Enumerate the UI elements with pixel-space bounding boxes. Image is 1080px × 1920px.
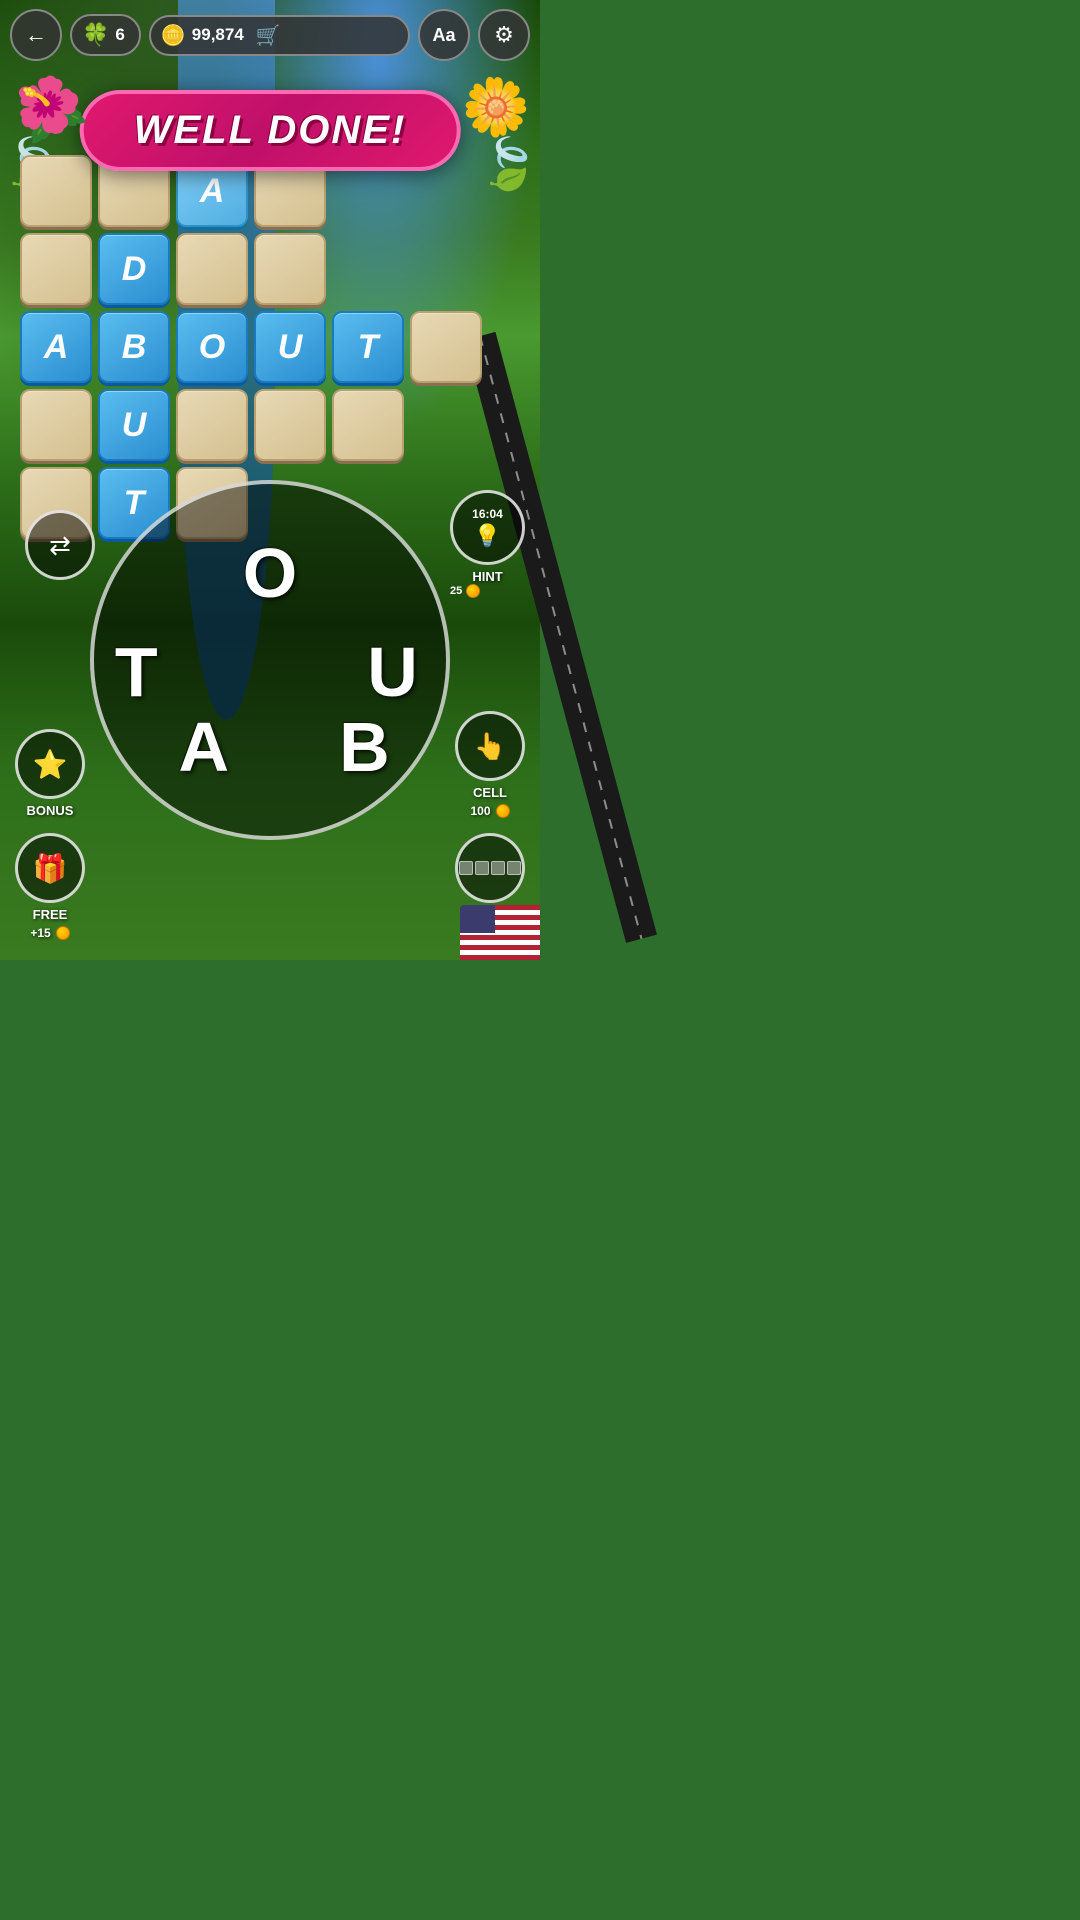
free-amount: +15 — [30, 926, 69, 940]
clover-badge: 🍀 6 — [70, 14, 141, 56]
free-coin-icon — [56, 926, 70, 940]
tile-r4c2[interactable]: U — [98, 389, 170, 461]
free-button[interactable]: 🎁 FREE +15 — [15, 833, 85, 940]
tile-letter: D — [122, 250, 147, 289]
font-icon: Aa — [432, 25, 455, 46]
tile-r2c1[interactable] — [20, 233, 92, 305]
settings-icon: ⚙ — [494, 22, 514, 48]
tile-r2c4[interactable] — [254, 233, 326, 305]
free-gift-icon: 🎁 — [33, 852, 68, 885]
shuffle-icon: ⇄ — [49, 530, 71, 561]
coin-badge: 🪙 99,874 🛒 — [149, 15, 410, 56]
tile-r1c1[interactable] — [20, 155, 92, 227]
letter-wheel[interactable]: O T U A B — [90, 480, 450, 840]
settings-button[interactable]: ⚙ — [478, 9, 530, 61]
tile-r2c3[interactable] — [176, 233, 248, 305]
bonus-circle: ⭐ — [15, 729, 85, 799]
hint-coin-icon — [466, 584, 480, 598]
tile-r3c2[interactable]: B — [98, 311, 170, 383]
wheel-letter-T[interactable]: T — [115, 632, 158, 712]
free-label: FREE — [33, 907, 68, 922]
mini-tile-4 — [507, 861, 521, 875]
letter-circle: O T U A B — [90, 480, 450, 840]
tile-r3c6[interactable] — [410, 311, 482, 383]
font-button[interactable]: Aa — [418, 9, 470, 61]
bonus-label: BONUS — [27, 803, 74, 818]
word-tiles-icon — [459, 861, 521, 875]
tile-letter: B — [122, 328, 147, 367]
grid-row-4: U — [20, 389, 520, 461]
well-done-text: WELL DONE! — [134, 108, 407, 152]
hint-label: HINT — [450, 569, 525, 584]
tile-r4c5[interactable] — [332, 389, 404, 461]
shuffle-button[interactable]: ⇄ — [25, 510, 95, 580]
cell-label: CELL — [473, 785, 507, 800]
tile-letter: A — [44, 328, 69, 367]
cell-hand-icon: 👆 — [474, 731, 506, 762]
tile-letter: A — [200, 172, 225, 211]
tile-r3c5[interactable]: T — [332, 311, 404, 383]
cell-circle: 👆 — [455, 711, 525, 781]
wheel-letter-O[interactable]: O — [243, 533, 297, 613]
tile-r3c3[interactable]: O — [176, 311, 248, 383]
word-circle — [455, 833, 525, 903]
tile-letter: T — [358, 328, 379, 367]
tile-r4c4[interactable] — [254, 389, 326, 461]
cell-cost: 100 — [470, 804, 509, 818]
tile-r4c3[interactable] — [176, 389, 248, 461]
mini-tile-2 — [475, 861, 489, 875]
tile-r3c1[interactable]: A — [20, 311, 92, 383]
wheel-letter-U[interactable]: U — [367, 632, 418, 712]
tile-r4c1[interactable] — [20, 389, 92, 461]
tile-letter: U — [122, 406, 147, 445]
cell-button[interactable]: 👆 CELL 100 — [455, 711, 525, 818]
top-right-buttons: Aa ⚙ — [418, 9, 530, 61]
bottom-left-buttons: ⭐ BONUS 🎁 FREE +15 — [15, 729, 85, 940]
free-circle: 🎁 — [15, 833, 85, 903]
wheel-letter-B[interactable]: B — [339, 707, 390, 787]
back-arrow-icon: ← — [25, 22, 47, 48]
wheel-letter-A[interactable]: A — [178, 707, 229, 787]
grid-row-3: A B O U T — [20, 311, 520, 383]
tile-r2c2[interactable]: D — [98, 233, 170, 305]
hint-cost: 25 — [450, 584, 525, 598]
us-flag — [460, 905, 540, 960]
clover-icon: 🍀 — [82, 22, 109, 48]
hint-circle: 16:04 💡 — [450, 490, 525, 565]
grid-row-2: D — [20, 233, 520, 305]
hint-button[interactable]: 16:04 💡 HINT 25 — [450, 490, 525, 598]
cart-icon[interactable]: 🛒 — [256, 23, 281, 48]
well-done-banner: WELL DONE! — [80, 90, 461, 171]
bonus-button[interactable]: ⭐ BONUS — [15, 729, 85, 818]
shuffle-circle: ⇄ — [25, 510, 95, 580]
hint-bulb-icon: 💡 — [474, 523, 501, 549]
bonus-star-icon: ⭐ — [33, 748, 68, 781]
top-bar: ← 🍀 6 🪙 99,874 🛒 Aa ⚙ — [0, 0, 540, 70]
tile-letter: O — [199, 328, 225, 367]
flag-canton — [460, 905, 495, 933]
mini-tile-3 — [491, 861, 505, 875]
cell-coin-icon — [496, 804, 510, 818]
back-button[interactable]: ← — [10, 9, 62, 61]
tile-r3c4[interactable]: U — [254, 311, 326, 383]
coin-icon: 🪙 — [161, 23, 186, 48]
clover-count: 6 — [115, 25, 124, 45]
coin-count: 99,874 — [192, 25, 244, 45]
mini-tile-1 — [459, 861, 473, 875]
hint-timer: 16:04 — [472, 507, 503, 521]
tile-letter: U — [278, 328, 303, 367]
